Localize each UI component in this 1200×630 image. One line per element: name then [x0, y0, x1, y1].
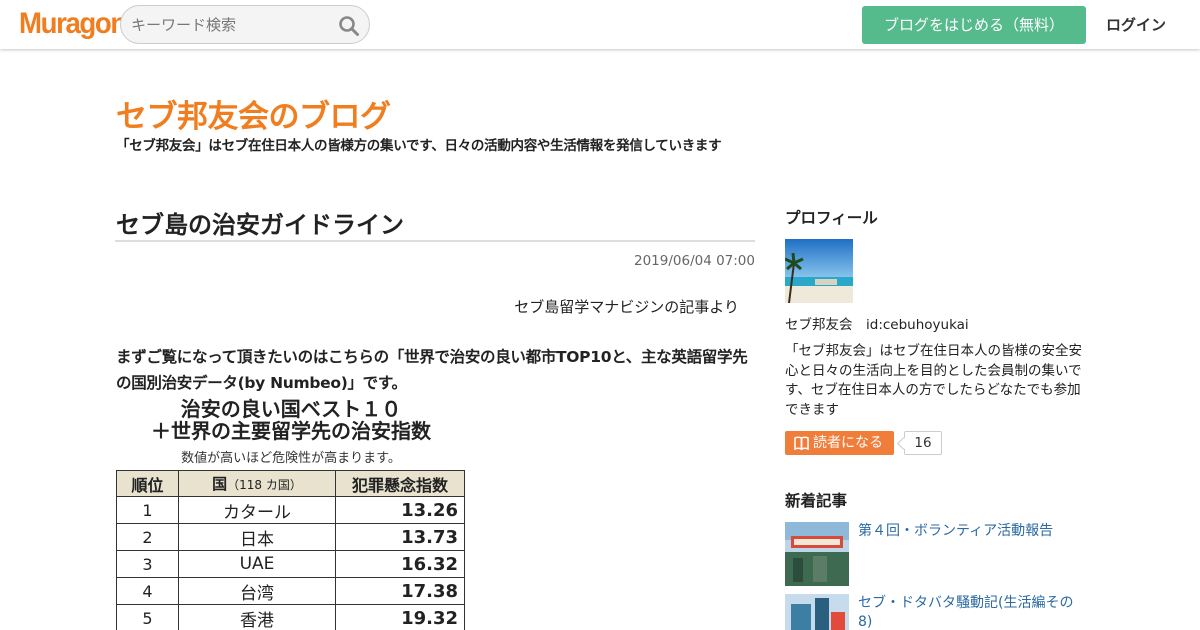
profile-heading: プロフィール — [785, 209, 878, 227]
index-cell: 13.26 — [335, 496, 465, 524]
subscribe-label: 読者になる — [813, 435, 883, 451]
country-cell: 台湾 — [178, 577, 336, 605]
column-header-index: 犯罪懸念指数 — [335, 470, 465, 497]
figure-subheading: ＋世界の主要留学先の治安指数 — [151, 419, 431, 443]
muragon-logo[interactable]: Muragon — [19, 9, 127, 39]
country-count-label: （118 カ国） — [227, 478, 302, 492]
figure-note: 数値が高いほど危険性が高まります。 — [181, 451, 401, 466]
article-source: セブ島留学マナビジンの記事より — [514, 298, 739, 316]
country-cell: UAE — [178, 550, 336, 578]
column-header-country: 国（118 カ国） — [178, 470, 336, 497]
top-navigation-bar: Muragon ブログをはじめる（無料） ログイン — [0, 0, 1200, 49]
book-icon — [794, 436, 809, 450]
recent-post-item: セブ・ドタバタ騒動記(生活編その8) — [785, 594, 1085, 630]
recent-post-link[interactable]: 第４回・ボランティア活動報告 — [858, 522, 1083, 541]
rank-cell: 4 — [116, 577, 179, 605]
profile-name[interactable]: セブ邦友会 id:cebuhoyukai — [785, 313, 969, 333]
table-row: 4 台湾 17.38 — [116, 577, 465, 605]
rank-cell: 3 — [116, 550, 179, 578]
city-photo — [785, 594, 849, 630]
figure-heading: 治安の良い国ベスト１０ — [180, 397, 402, 421]
index-cell: 13.73 — [335, 523, 465, 551]
recent-post-thumbnail[interactable] — [785, 594, 849, 630]
search-icon[interactable] — [338, 15, 360, 37]
volunteer-photo — [785, 522, 849, 586]
rank-cell: 2 — [116, 523, 179, 551]
safety-ranking-image: 治安の良い国ベスト１０ ＋世界の主要留学先の治安指数 数値が高いほど危険性が高ま… — [116, 397, 466, 630]
profile-avatar[interactable] — [785, 239, 853, 303]
safety-index-table: 順位 国（118 カ国） 犯罪懸念指数 1 カタール 13.26 2 日本 13… — [116, 470, 465, 630]
blog-description: 「セブ邦友会」はセブ在住日本人の皆様方の集いです、日々の活動内容や生活情報を発信… — [116, 138, 722, 154]
recent-post-item: 第４回・ボランティア活動報告 — [785, 522, 1085, 586]
country-cell: 日本 — [178, 523, 336, 551]
index-cell: 19.32 — [335, 604, 465, 630]
table-row: 2 日本 13.73 — [116, 523, 465, 551]
index-cell: 17.38 — [335, 577, 465, 605]
login-link[interactable]: ログイン — [1106, 14, 1166, 35]
search-box — [120, 5, 370, 44]
search-input[interactable] — [131, 13, 331, 37]
blog-title[interactable]: セブ邦友会のブログ — [116, 91, 391, 136]
article-title[interactable]: セブ島の治安ガイドライン — [116, 205, 404, 240]
recent-posts-heading: 新着記事 — [785, 492, 848, 510]
rank-cell: 1 — [116, 496, 179, 524]
article-lead: まずご覧になって頂きたいのはこちらの「世界で治安の良い都市TOP10と、主な英語… — [116, 348, 748, 392]
table-row: 5 香港 19.32 — [116, 604, 465, 630]
subscriber-count: 16 — [904, 431, 942, 455]
column-header-rank: 順位 — [116, 470, 179, 497]
table-row: 1 カタール 13.26 — [116, 496, 465, 524]
profile-description: 「セブ邦友会」はセブ在住日本人の皆様の安全安心と日々の生活向上を目的とした会員制… — [785, 343, 1082, 418]
rank-cell: 5 — [116, 604, 179, 630]
subscribe-button[interactable]: 読者になる — [785, 431, 894, 455]
start-blog-button[interactable]: ブログをはじめる（無料） — [862, 6, 1086, 44]
recent-post-thumbnail[interactable] — [785, 522, 849, 586]
country-header-label: 国 — [212, 475, 228, 493]
index-cell: 16.32 — [335, 550, 465, 578]
beach-photo — [785, 239, 853, 303]
title-divider — [115, 240, 755, 242]
article-date: 2019/06/04 07:00 — [633, 253, 755, 269]
recent-post-link[interactable]: セブ・ドタバタ騒動記(生活編その8) — [858, 594, 1083, 630]
table-row: 3 UAE 16.32 — [116, 550, 465, 578]
country-cell: 香港 — [178, 604, 336, 630]
country-cell: カタール — [178, 496, 336, 524]
